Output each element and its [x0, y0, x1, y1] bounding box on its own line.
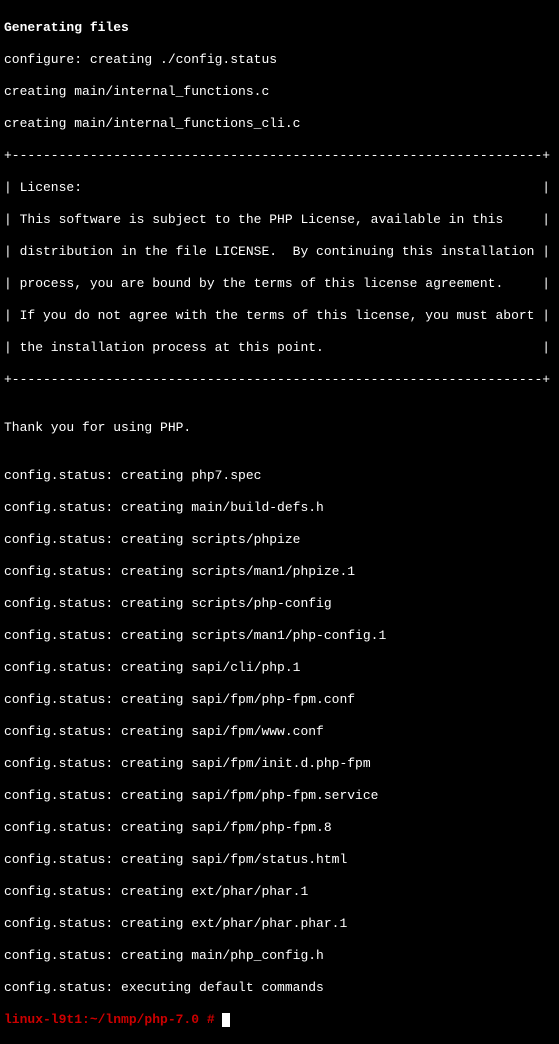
- output-line: Thank you for using PHP.: [4, 420, 555, 436]
- output-line: config.status: creating sapi/fpm/php-fpm…: [4, 692, 555, 708]
- output-line: config.status: creating sapi/fpm/status.…: [4, 852, 555, 868]
- license-box-line: | License: |: [4, 180, 555, 196]
- output-line: config.status: creating scripts/php-conf…: [4, 596, 555, 612]
- prompt-line[interactable]: linux-l9t1:~/lnmp/php-7.0 #: [4, 1012, 555, 1028]
- output-line: creating main/internal_functions.c: [4, 84, 555, 100]
- output-line: config.status: creating sapi/fpm/php-fpm…: [4, 788, 555, 804]
- license-box-line: | the installation process at this point…: [4, 340, 555, 356]
- license-box-border: +---------------------------------------…: [4, 148, 555, 164]
- output-line: config.status: creating sapi/fpm/php-fpm…: [4, 820, 555, 836]
- output-line: config.status: creating ext/phar/phar.ph…: [4, 916, 555, 932]
- output-line: config.status: creating scripts/phpize: [4, 532, 555, 548]
- license-box-line: | This software is subject to the PHP Li…: [4, 212, 555, 228]
- output-line: configure: creating ./config.status: [4, 52, 555, 68]
- terminal-output[interactable]: Generating files configure: creating ./c…: [4, 4, 555, 1044]
- output-line: Generating files: [4, 20, 555, 36]
- shell-prompt: linux-l9t1:~/lnmp/php-7.0 #: [4, 1012, 222, 1027]
- output-line: config.status: creating sapi/cli/php.1: [4, 660, 555, 676]
- output-line: config.status: creating main/build-defs.…: [4, 500, 555, 516]
- license-box-line: | process, you are bound by the terms of…: [4, 276, 555, 292]
- license-box-line: | If you do not agree with the terms of …: [4, 308, 555, 324]
- output-line: config.status: executing default command…: [4, 980, 555, 996]
- output-line: config.status: creating sapi/fpm/init.d.…: [4, 756, 555, 772]
- output-line: config.status: creating php7.spec: [4, 468, 555, 484]
- license-box-line: | distribution in the file LICENSE. By c…: [4, 244, 555, 260]
- output-line: creating main/internal_functions_cli.c: [4, 116, 555, 132]
- cursor: [222, 1013, 230, 1027]
- output-line: config.status: creating sapi/fpm/www.con…: [4, 724, 555, 740]
- output-line: config.status: creating ext/phar/phar.1: [4, 884, 555, 900]
- output-line: config.status: creating scripts/man1/php…: [4, 628, 555, 644]
- license-box-border: +---------------------------------------…: [4, 372, 555, 388]
- output-line: config.status: creating main/php_config.…: [4, 948, 555, 964]
- output-line: config.status: creating scripts/man1/php…: [4, 564, 555, 580]
